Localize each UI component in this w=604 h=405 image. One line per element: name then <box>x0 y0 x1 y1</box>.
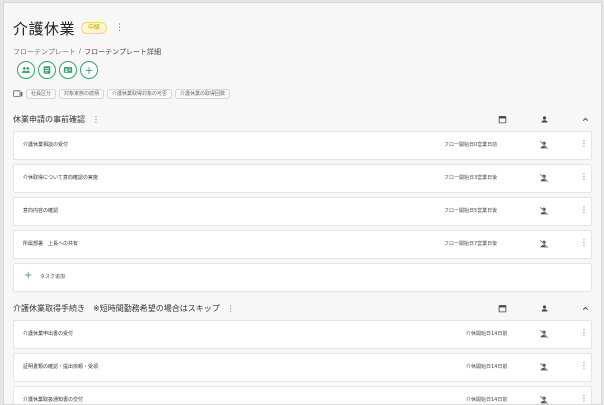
section-title: 介護休業取得手続き ※短時間勤務希望の場合はスキップ <box>13 303 220 313</box>
no-assignee-icon[interactable] <box>539 173 549 183</box>
section-more-icon[interactable]: ⋮ <box>92 115 100 124</box>
task-row[interactable]: 介護休業取扱通知書の交付 介休開始日14日前 ⋮ <box>13 386 592 405</box>
breadcrumb: フローテンプレート / フローテンプレート詳細 <box>13 47 601 57</box>
person-icon[interactable] <box>539 114 549 124</box>
no-assignee-icon[interactable] <box>539 140 549 150</box>
row-more-icon[interactable]: ⋮ <box>580 394 588 403</box>
breadcrumb-separator: / <box>78 47 82 55</box>
task-row[interactable]: 証明書類の確認・提出依頼・受領 介休開始日14日前 ⋮ <box>13 353 592 382</box>
plus-icon: + <box>84 63 94 77</box>
task-name: 介護休業相談の受付 <box>23 142 69 148</box>
no-assignee-icon[interactable] <box>539 395 549 405</box>
task-due: フロー開始日5営業日後 <box>444 208 498 214</box>
plus-icon: + <box>24 270 33 281</box>
tag-employee-type: 社員区分 <box>26 89 57 99</box>
task-due: フロー開始日7営業日後 <box>444 241 498 247</box>
no-assignee-icon[interactable] <box>539 329 549 339</box>
task-due: フロー開始日3営業日後 <box>444 175 498 181</box>
calendar-icon[interactable] <box>497 303 507 313</box>
people-icon <box>21 67 31 73</box>
task-name: 意向内容の確認 <box>23 208 59 214</box>
breadcrumb-current: フローテンプレート詳細 <box>84 48 161 56</box>
task-name: 所属部署 上長への共有 <box>23 241 79 247</box>
no-assignee-icon[interactable] <box>539 362 549 372</box>
title-more-icon[interactable]: ⋮ <box>115 23 124 33</box>
task-row[interactable]: 所属部署 上長への共有 フロー開始日7営業日後 ⋮ <box>13 230 592 259</box>
calendar-icon[interactable] <box>497 114 507 124</box>
task-due: 介休開始日14日前 <box>466 397 508 403</box>
no-assignee-icon[interactable] <box>539 206 549 216</box>
row-more-icon[interactable]: ⋮ <box>580 139 588 148</box>
breadcrumb-parent[interactable]: フローテンプレート <box>13 47 76 57</box>
clipboard-button[interactable] <box>38 61 56 79</box>
task-due: 介休開始日14日前 <box>466 364 508 370</box>
add-task-button[interactable]: + タスク追加 <box>13 263 592 292</box>
task-row[interactable]: 介休取得について意向確認の実施 フロー開始日3営業日後 ⋮ <box>13 164 592 193</box>
id-card-button[interactable] <box>59 61 77 79</box>
section-more-icon[interactable]: ⋮ <box>227 304 235 313</box>
row-more-icon[interactable]: ⋮ <box>580 238 588 247</box>
people-button[interactable] <box>17 61 35 79</box>
clipboard-icon <box>43 66 51 74</box>
tag-eligibility: 介護休業取得対象の可否 <box>107 89 173 99</box>
tag-row: 社員区分 対象家族の続柄 介護休業取得対象の可否 介護休業の取得回数 <box>13 89 231 99</box>
section-header: 休業申請の事前確認 ⋮ <box>13 112 592 126</box>
level-badge: 中級 <box>81 22 108 34</box>
task-due: フロー開始日0営業日前 <box>444 142 498 148</box>
person-icon[interactable] <box>539 303 549 313</box>
page-header: 介護休業 中級 ⋮ フローテンプレート / フローテンプレート詳細 <box>13 17 601 57</box>
tag-leave-count: 介護休業の取得回数 <box>175 89 231 99</box>
add-action-button[interactable]: + <box>80 61 98 79</box>
row-more-icon[interactable]: ⋮ <box>580 328 588 337</box>
id-card-icon <box>63 67 73 73</box>
task-name: 証明書類の確認・提出依頼・受領 <box>23 364 99 370</box>
task-row[interactable]: 介護休業相談の受付 フロー開始日0営業日前 ⋮ <box>13 131 592 160</box>
task-row[interactable]: 意向内容の確認 フロー開始日5営業日後 ⋮ <box>13 197 592 226</box>
no-assignee-icon[interactable] <box>539 239 549 249</box>
task-row[interactable]: 介護休業申出書の受付 介休開始日14日前 ⋮ <box>13 320 592 349</box>
task-name: 介護休業取扱通知書の交付 <box>23 397 84 403</box>
collapse-chevron-icon[interactable] <box>580 303 590 313</box>
page-title: 介護休業 <box>13 19 76 38</box>
row-more-icon[interactable]: ⋮ <box>580 361 588 370</box>
row-more-icon[interactable]: ⋮ <box>580 205 588 214</box>
section-title: 休業申請の事前確認 <box>13 114 85 124</box>
row-more-icon[interactable]: ⋮ <box>580 172 588 181</box>
task-due: 介休開始日14日前 <box>466 331 508 337</box>
task-name: 介休取得について意向確認の実施 <box>23 175 98 181</box>
add-task-label: タスク追加 <box>40 274 66 280</box>
tag-family-relation: 対象家族の続柄 <box>59 89 105 99</box>
app-window: 介護休業 中級 ⋮ フローテンプレート / フローテンプレート詳細 + 社員区分… <box>3 2 602 405</box>
slides-icon <box>13 90 23 97</box>
quick-actions: + <box>17 61 98 79</box>
task-name: 介護休業申出書の受付 <box>23 331 74 337</box>
collapse-chevron-icon[interactable] <box>580 114 590 124</box>
section-header: 介護休業取得手続き ※短時間勤務希望の場合はスキップ ⋮ <box>13 301 592 315</box>
